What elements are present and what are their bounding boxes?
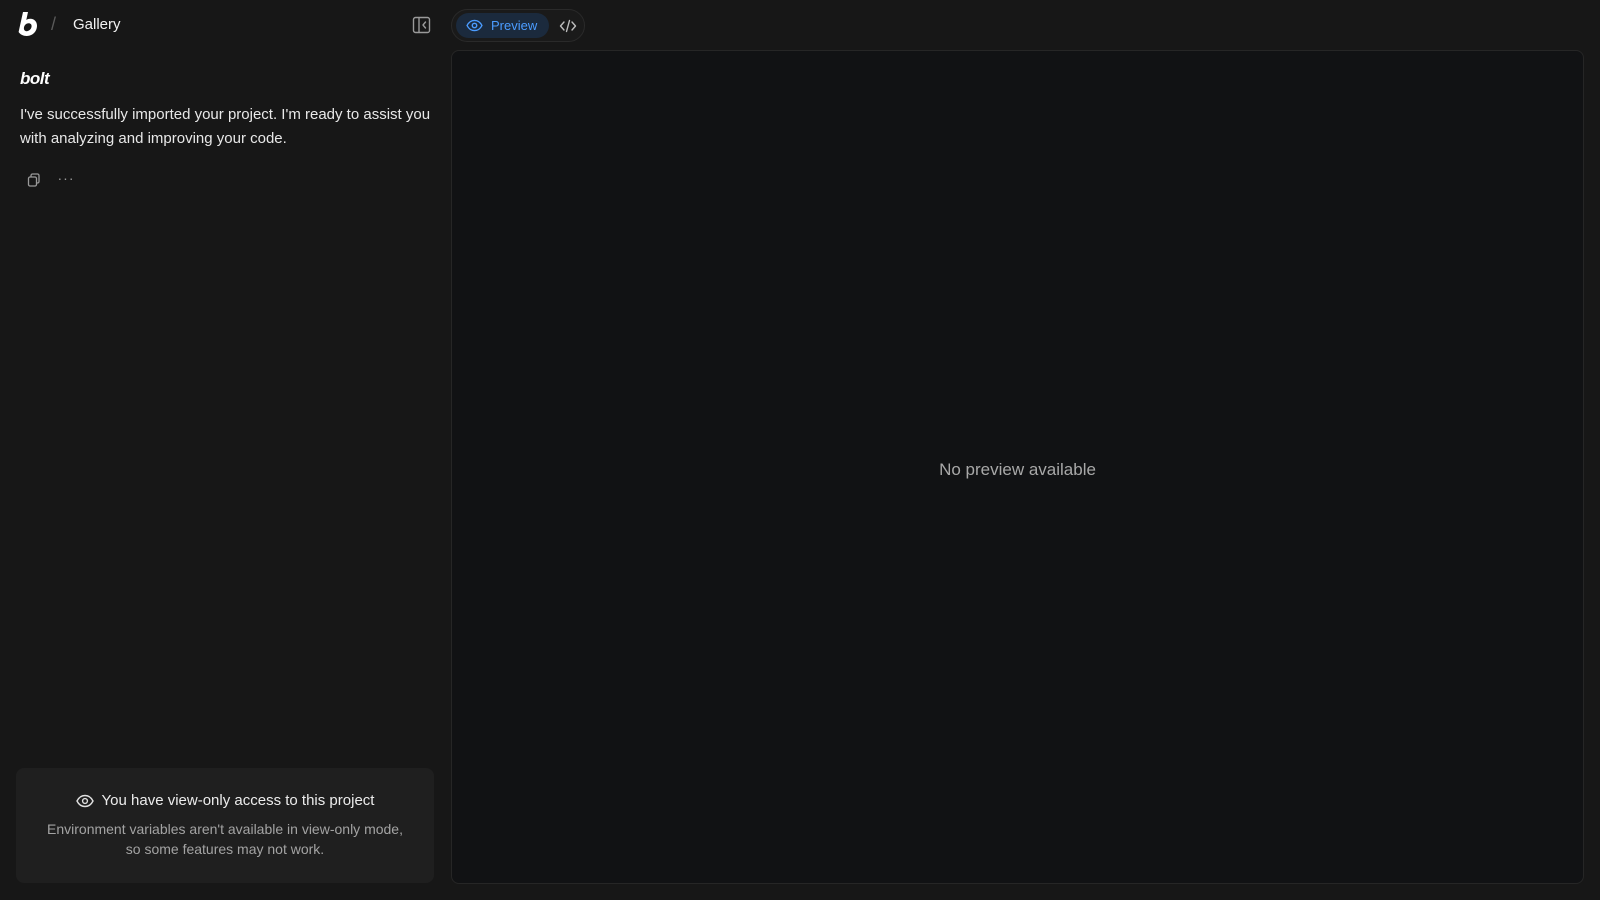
sidebar-toggle-icon[interactable]: [411, 15, 433, 35]
empty-preview-message: No preview available: [939, 460, 1096, 479]
preview-frame: No preview available: [451, 50, 1584, 884]
copy-button[interactable]: [24, 170, 44, 190]
tab-preview-label: Preview: [491, 18, 538, 33]
bolt-logo-icon[interactable]: [17, 11, 39, 37]
bolt-wordmark: bolt: [20, 69, 50, 88]
more-dots-icon: ···: [57, 170, 75, 186]
header: / Gallery: [0, 0, 450, 50]
notice-title: You have view-only access to this projec…: [101, 792, 375, 809]
tab-preview[interactable]: Preview: [456, 13, 550, 38]
more-actions-button[interactable]: ···: [56, 170, 76, 190]
assistant-message: I've successfully imported your project.…: [20, 106, 431, 147]
message-actions: ···: [24, 170, 76, 190]
chat-panel: bolt I've successfully imported your pro…: [0, 50, 450, 900]
workbench-tab-switcher: Preview: [451, 9, 585, 42]
notice-heading: You have view-only access to this projec…: [16, 791, 434, 811]
eye-icon: [466, 19, 483, 32]
notice-body: Environment variables aren't available i…: [47, 821, 403, 857]
project-title[interactable]: Gallery: [73, 15, 121, 35]
code-icon: [559, 19, 576, 32]
copy-icon: [27, 173, 40, 187]
app-root: / Gallery bolt I've successfully importe…: [0, 0, 1600, 900]
breadcrumb-separator: /: [51, 14, 57, 34]
eye-icon: [75, 794, 94, 808]
tab-code[interactable]: [555, 13, 580, 38]
view-only-notice: You have view-only access to this projec…: [16, 768, 434, 883]
